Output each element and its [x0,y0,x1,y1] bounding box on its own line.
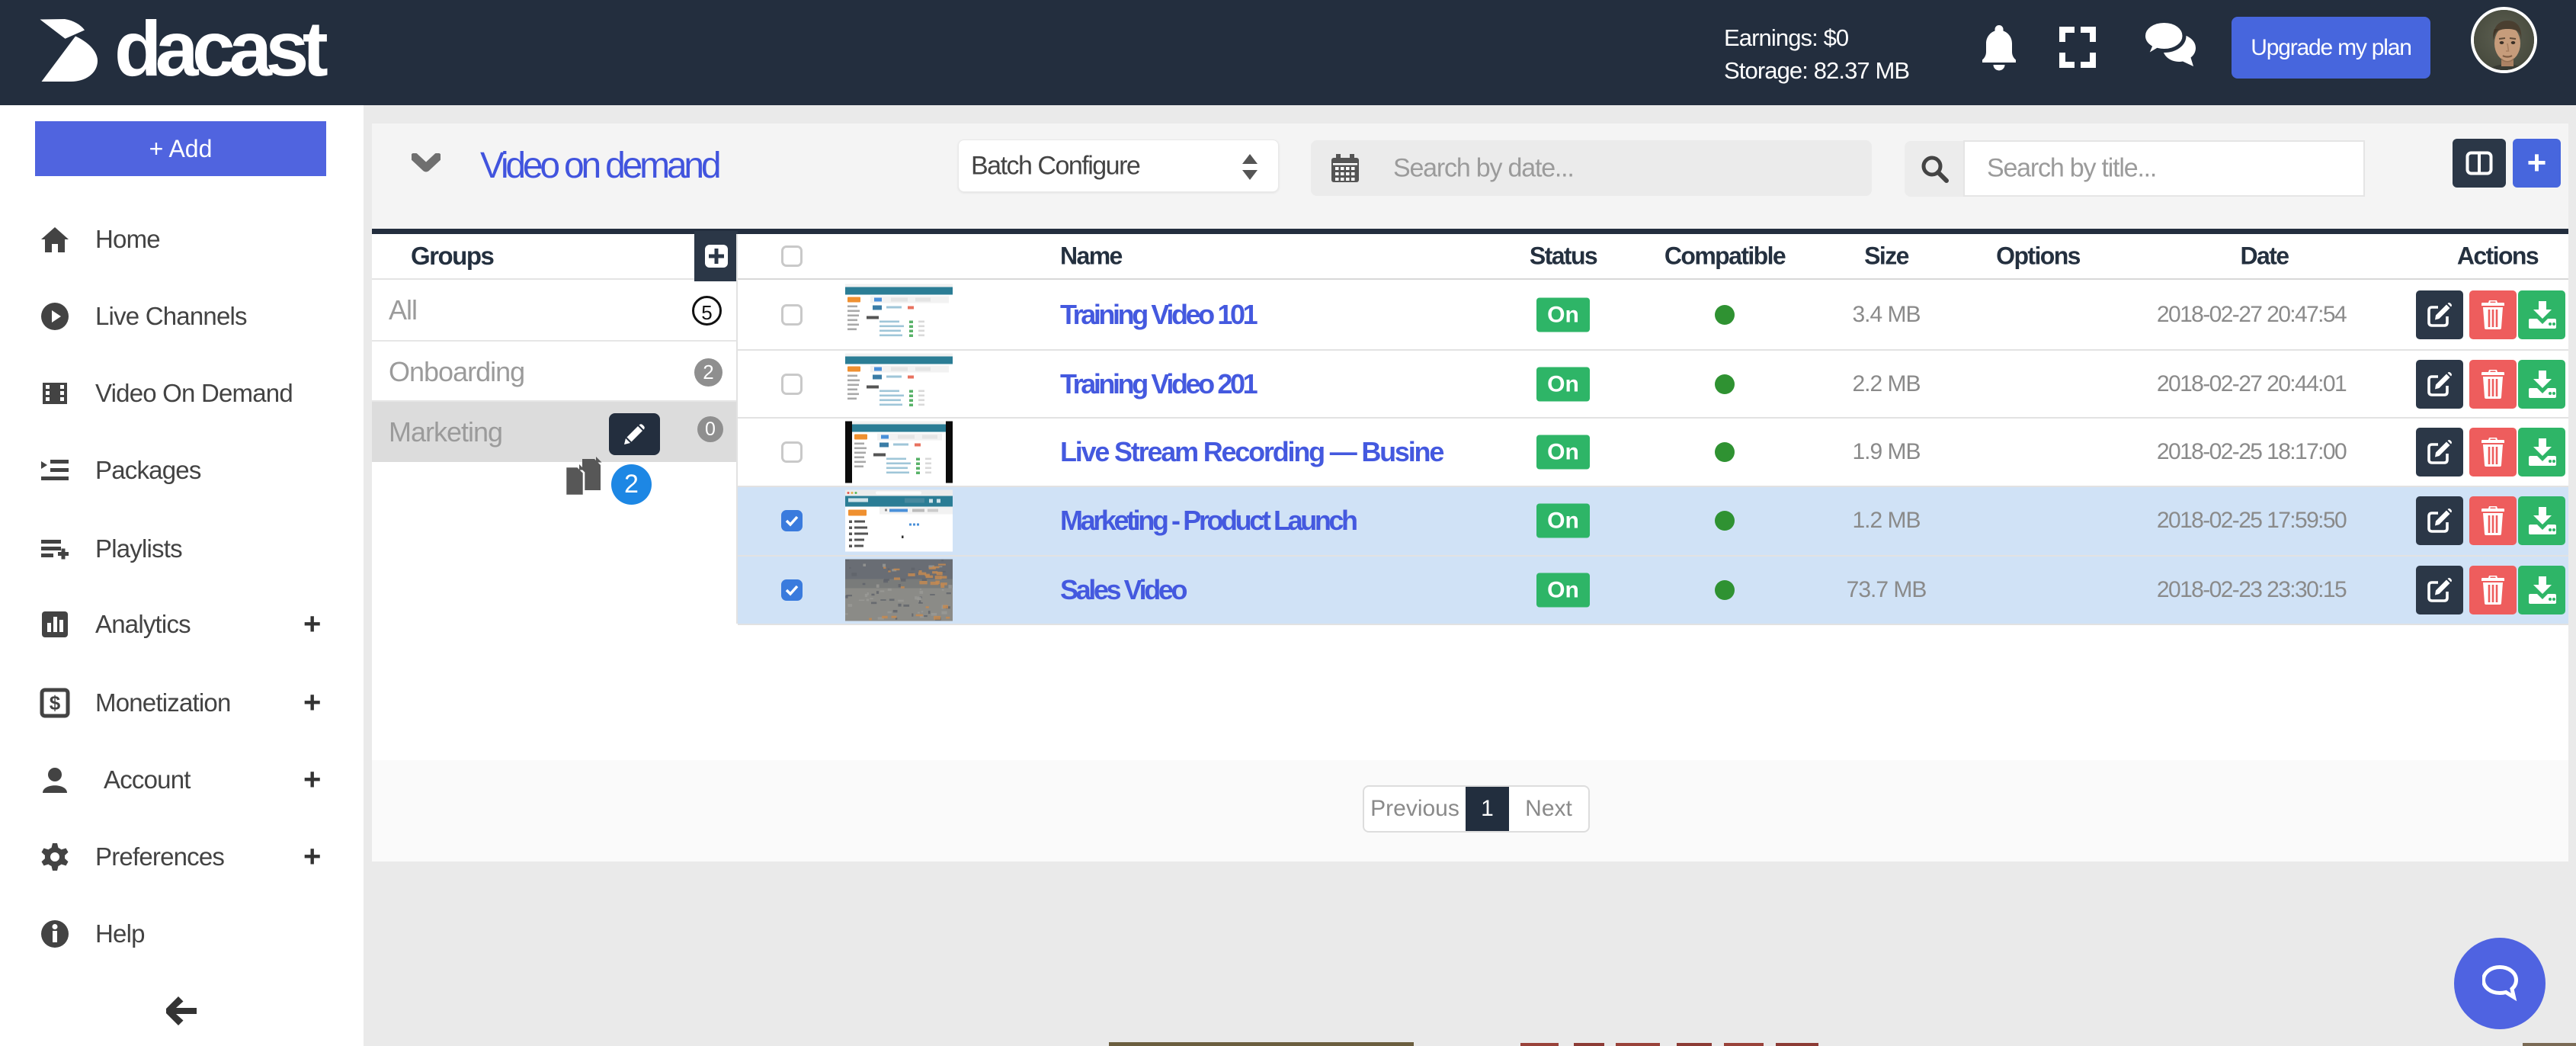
svg-text:$: $ [50,691,61,714]
